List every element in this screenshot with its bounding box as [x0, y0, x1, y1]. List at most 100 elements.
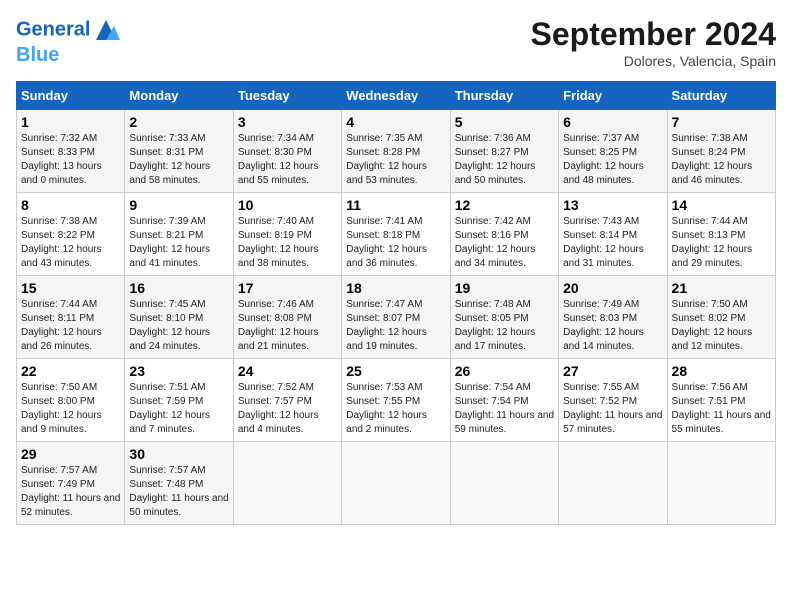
- day-info: Sunrise: 7:40 AMSunset: 8:19 PMDaylight:…: [238, 215, 337, 271]
- day-number: 3: [238, 114, 337, 130]
- day-info: Sunrise: 7:35 AMSunset: 8:28 PMDaylight:…: [346, 132, 445, 188]
- day-info: Sunrise: 7:39 AMSunset: 8:21 PMDaylight:…: [129, 215, 228, 271]
- calendar-table: SundayMondayTuesdayWednesdayThursdayFrid…: [16, 81, 776, 525]
- header-wednesday: Wednesday: [342, 82, 450, 110]
- day-info: Sunrise: 7:47 AMSunset: 8:07 PMDaylight:…: [346, 298, 445, 354]
- calendar-cell: 8 Sunrise: 7:38 AMSunset: 8:22 PMDaylight…: [17, 193, 125, 276]
- day-info: Sunrise: 7:42 AMSunset: 8:16 PMDaylight:…: [455, 215, 554, 271]
- day-info: Sunrise: 7:38 AMSunset: 8:22 PMDaylight:…: [21, 215, 120, 271]
- location: Dolores, Valencia, Spain: [531, 53, 776, 69]
- day-info: Sunrise: 7:57 AMSunset: 7:49 PMDaylight:…: [21, 464, 120, 520]
- day-info: Sunrise: 7:46 AMSunset: 8:08 PMDaylight:…: [238, 298, 337, 354]
- day-number: 30: [129, 446, 228, 462]
- day-info: Sunrise: 7:50 AMSunset: 8:00 PMDaylight:…: [21, 381, 120, 437]
- calendar-week-4: 22 Sunrise: 7:50 AMSunset: 8:00 PMDayligh…: [17, 359, 776, 442]
- header-friday: Friday: [559, 82, 667, 110]
- calendar-cell: 11 Sunrise: 7:41 AMSunset: 8:18 PMDayligh…: [342, 193, 450, 276]
- calendar-cell: 13 Sunrise: 7:43 AMSunset: 8:14 PMDayligh…: [559, 193, 667, 276]
- day-number: 23: [129, 363, 228, 379]
- day-info: Sunrise: 7:54 AMSunset: 7:54 PMDaylight:…: [455, 381, 554, 437]
- day-number: 15: [21, 280, 120, 296]
- day-info: Sunrise: 7:32 AMSunset: 8:33 PMDaylight:…: [21, 132, 120, 188]
- day-number: 27: [563, 363, 662, 379]
- calendar-cell: 20 Sunrise: 7:49 AMSunset: 8:03 PMDayligh…: [559, 276, 667, 359]
- calendar-cell: 25 Sunrise: 7:53 AMSunset: 7:55 PMDayligh…: [342, 359, 450, 442]
- day-number: 7: [672, 114, 771, 130]
- day-number: 12: [455, 197, 554, 213]
- day-info: Sunrise: 7:56 AMSunset: 7:51 PMDaylight:…: [672, 381, 771, 437]
- title-block: September 2024 Dolores, Valencia, Spain: [531, 16, 776, 69]
- calendar-cell: 1Sunrise: 7:32 AMSunset: 8:33 PMDaylight…: [17, 110, 125, 193]
- header-monday: Monday: [125, 82, 233, 110]
- day-number: 14: [672, 197, 771, 213]
- day-number: 10: [238, 197, 337, 213]
- day-info: Sunrise: 7:49 AMSunset: 8:03 PMDaylight:…: [563, 298, 662, 354]
- day-number: 19: [455, 280, 554, 296]
- calendar-cell: 14 Sunrise: 7:44 AMSunset: 8:13 PMDayligh…: [667, 193, 775, 276]
- day-info: Sunrise: 7:41 AMSunset: 8:18 PMDaylight:…: [346, 215, 445, 271]
- day-info: Sunrise: 7:55 AMSunset: 7:52 PMDaylight:…: [563, 381, 662, 437]
- calendar-cell: 6Sunrise: 7:37 AMSunset: 8:25 PMDaylight…: [559, 110, 667, 193]
- day-number: 29: [21, 446, 120, 462]
- calendar-cell: 23Sunrise: 7:51 AMSunset: 7:59 PMDayligh…: [125, 359, 233, 442]
- day-number: 16: [129, 280, 228, 296]
- calendar-cell: 17Sunrise: 7:46 AMSunset: 8:08 PMDayligh…: [233, 276, 341, 359]
- calendar-cell: 26 Sunrise: 7:54 AMSunset: 7:54 PMDayligh…: [450, 359, 558, 442]
- calendar-cell: 28 Sunrise: 7:56 AMSunset: 7:51 PMDayligh…: [667, 359, 775, 442]
- logo: General Blue: [16, 16, 120, 66]
- day-number: 13: [563, 197, 662, 213]
- day-number: 26: [455, 363, 554, 379]
- calendar-cell: 5Sunrise: 7:36 AMSunset: 8:27 PMDaylight…: [450, 110, 558, 193]
- day-number: 9: [129, 197, 228, 213]
- calendar-cell: 24 Sunrise: 7:52 AMSunset: 7:57 PMDayligh…: [233, 359, 341, 442]
- calendar-cell: [559, 442, 667, 525]
- day-info: Sunrise: 7:52 AMSunset: 7:57 PMDaylight:…: [238, 381, 337, 437]
- calendar-week-3: 15 Sunrise: 7:44 AMSunset: 8:11 PMDayligh…: [17, 276, 776, 359]
- calendar-week-5: 29 Sunrise: 7:57 AMSunset: 7:49 PMDayligh…: [17, 442, 776, 525]
- calendar-cell: 18 Sunrise: 7:47 AMSunset: 8:07 PMDayligh…: [342, 276, 450, 359]
- day-number: 22: [21, 363, 120, 379]
- calendar-cell: [342, 442, 450, 525]
- day-info: Sunrise: 7:34 AMSunset: 8:30 PMDaylight:…: [238, 132, 337, 188]
- calendar-cell: 19 Sunrise: 7:48 AMSunset: 8:05 PMDayligh…: [450, 276, 558, 359]
- day-info: Sunrise: 7:57 AMSunset: 7:48 PMDaylight:…: [129, 464, 228, 520]
- day-info: Sunrise: 7:45 AMSunset: 8:10 PMDaylight:…: [129, 298, 228, 354]
- day-info: Sunrise: 7:48 AMSunset: 8:05 PMDaylight:…: [455, 298, 554, 354]
- calendar-week-1: 1Sunrise: 7:32 AMSunset: 8:33 PMDaylight…: [17, 110, 776, 193]
- day-number: 28: [672, 363, 771, 379]
- calendar-week-2: 8 Sunrise: 7:38 AMSunset: 8:22 PMDaylight…: [17, 193, 776, 276]
- calendar-cell: 2Sunrise: 7:33 AMSunset: 8:31 PMDaylight…: [125, 110, 233, 193]
- month-year: September 2024: [531, 16, 776, 53]
- calendar-cell: 29 Sunrise: 7:57 AMSunset: 7:49 PMDayligh…: [17, 442, 125, 525]
- calendar-cell: [450, 442, 558, 525]
- day-info: Sunrise: 7:44 AMSunset: 8:13 PMDaylight:…: [672, 215, 771, 271]
- calendar-cell: 27 Sunrise: 7:55 AMSunset: 7:52 PMDayligh…: [559, 359, 667, 442]
- day-number: 24: [238, 363, 337, 379]
- day-info: Sunrise: 7:50 AMSunset: 8:02 PMDaylight:…: [672, 298, 771, 354]
- calendar-cell: 4Sunrise: 7:35 AMSunset: 8:28 PMDaylight…: [342, 110, 450, 193]
- day-number: 25: [346, 363, 445, 379]
- day-number: 5: [455, 114, 554, 130]
- calendar-cell: 21 Sunrise: 7:50 AMSunset: 8:02 PMDayligh…: [667, 276, 775, 359]
- day-info: Sunrise: 7:37 AMSunset: 8:25 PMDaylight:…: [563, 132, 662, 188]
- calendar-cell: 10 Sunrise: 7:40 AMSunset: 8:19 PMDayligh…: [233, 193, 341, 276]
- header-saturday: Saturday: [667, 82, 775, 110]
- calendar-cell: 22 Sunrise: 7:50 AMSunset: 8:00 PMDayligh…: [17, 359, 125, 442]
- day-info: Sunrise: 7:53 AMSunset: 7:55 PMDaylight:…: [346, 381, 445, 437]
- day-number: 18: [346, 280, 445, 296]
- day-info: Sunrise: 7:44 AMSunset: 8:11 PMDaylight:…: [21, 298, 120, 354]
- calendar-header-row: SundayMondayTuesdayWednesdayThursdayFrid…: [17, 82, 776, 110]
- calendar-cell: 7Sunrise: 7:38 AMSunset: 8:24 PMDaylight…: [667, 110, 775, 193]
- header-thursday: Thursday: [450, 82, 558, 110]
- day-number: 8: [21, 197, 120, 213]
- day-number: 11: [346, 197, 445, 213]
- page-header: General Blue September 2024 Dolores, Val…: [16, 16, 776, 69]
- calendar-cell: 12 Sunrise: 7:42 AMSunset: 8:16 PMDayligh…: [450, 193, 558, 276]
- day-info: Sunrise: 7:43 AMSunset: 8:14 PMDaylight:…: [563, 215, 662, 271]
- day-number: 20: [563, 280, 662, 296]
- calendar-cell: 15 Sunrise: 7:44 AMSunset: 8:11 PMDayligh…: [17, 276, 125, 359]
- calendar-cell: 9 Sunrise: 7:39 AMSunset: 8:21 PMDaylight…: [125, 193, 233, 276]
- calendar-cell: 3 Sunrise: 7:34 AMSunset: 8:30 PMDaylight…: [233, 110, 341, 193]
- day-number: 21: [672, 280, 771, 296]
- logo-text: General Blue: [16, 16, 120, 66]
